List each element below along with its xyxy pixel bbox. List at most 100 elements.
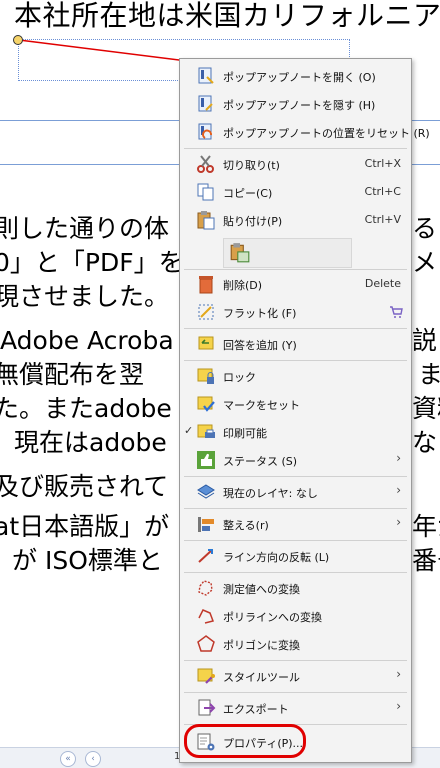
menu-item-label: マークをセット bbox=[223, 399, 300, 412]
body-fragment: 説し bbox=[412, 326, 440, 355]
menu-item-label: スタイルツール bbox=[223, 671, 300, 684]
menu-item-label: ステータス (S) bbox=[223, 455, 298, 468]
menu-item-label: 現在のレイヤ: なし bbox=[223, 487, 318, 500]
menu-item-reset-popup-note[interactable]: ポップアップノートの位置をリセット (R) bbox=[180, 119, 430, 145]
copy-icon bbox=[197, 183, 214, 201]
body-fragment: なソ bbox=[412, 428, 440, 457]
submenu-arrow-icon: › bbox=[396, 667, 401, 681]
style-tool-icon bbox=[197, 668, 215, 684]
body-line: at日本語版」が bbox=[0, 512, 170, 541]
menu-item-style-tool[interactable]: スタイルツール › bbox=[180, 663, 411, 689]
export-icon bbox=[198, 699, 216, 716]
menu-item-label: ポリゴンに変換 bbox=[223, 639, 300, 652]
menu-item-label: 回答を追加 (Y) bbox=[223, 339, 297, 352]
menu-separator bbox=[184, 660, 407, 661]
body-line: 則した通りの体 bbox=[0, 214, 170, 243]
menu-item-label: ポップアップノートの位置をリセット (R) bbox=[223, 127, 430, 140]
menu-item-convert-measure[interactable]: 測定値への変換 bbox=[180, 575, 411, 601]
body-line: 現在はadobe bbox=[14, 428, 167, 457]
menu-separator bbox=[184, 508, 407, 509]
note-open-icon bbox=[198, 67, 214, 84]
menu-item-current-layer[interactable]: 現在のレイヤ: なし › bbox=[180, 479, 411, 505]
menu-item-cut[interactable]: 切り取り(t) Ctrl+X bbox=[180, 151, 411, 177]
print-note-icon bbox=[197, 424, 215, 438]
scissors-icon bbox=[197, 155, 214, 173]
body-fragment: メン bbox=[412, 248, 440, 277]
menu-item-hide-popup-note[interactable]: ポップアップノートを隠す (H) bbox=[180, 91, 411, 117]
menu-item-lock[interactable]: ロック bbox=[180, 363, 411, 389]
menu-item-reverse-line[interactable]: ライン方向の反転 (L) bbox=[180, 543, 411, 569]
body-fragment: るし bbox=[412, 214, 440, 243]
menu-separator bbox=[184, 540, 407, 541]
menu-item-delete[interactable]: 削除(D) Delete bbox=[180, 271, 411, 297]
body-line: た。またadobe bbox=[0, 394, 172, 423]
menu-item-convert-polyline[interactable]: ポリラインへの変換 bbox=[180, 603, 411, 629]
menu-separator bbox=[184, 269, 407, 270]
paste-image-icon bbox=[230, 243, 250, 263]
menu-separator bbox=[184, 328, 407, 329]
flatten-icon bbox=[198, 304, 214, 320]
cart-icon bbox=[390, 306, 403, 318]
body-line: 現させました。 bbox=[0, 282, 170, 311]
menu-item-label: 整える(r) bbox=[223, 519, 269, 532]
shortcut-label: Ctrl+V bbox=[364, 213, 401, 226]
menu-separator bbox=[184, 476, 407, 477]
menu-item-label: 印刷可能 bbox=[223, 427, 267, 440]
trash-icon bbox=[199, 276, 213, 294]
prev-page-icon[interactable]: ‹ bbox=[85, 751, 101, 767]
menu-item-label: ポリラインへの変換 bbox=[223, 611, 322, 624]
checkmark-icon: ✓ bbox=[184, 424, 194, 437]
menu-separator bbox=[184, 148, 407, 149]
menu-item-printable[interactable]: ✓ 印刷可能 bbox=[180, 419, 411, 445]
shortcut-label: Ctrl+X bbox=[364, 157, 401, 170]
layer-icon bbox=[197, 484, 215, 499]
menu-item-flatten[interactable]: フラット化 (F) bbox=[180, 299, 411, 325]
menu-item-add-reply[interactable]: 回答を追加 (Y) bbox=[180, 331, 411, 357]
menu-separator bbox=[184, 692, 407, 693]
menu-item-arrange[interactable]: 整える(r) › bbox=[180, 511, 411, 537]
body-line: 0」と「PDF」を発 bbox=[0, 248, 209, 277]
body-fragment: ま bbox=[418, 360, 440, 389]
properties-highlight-annotation bbox=[184, 724, 306, 758]
menu-separator bbox=[184, 572, 407, 573]
menu-item-paste[interactable]: 貼り付け(P) Ctrl+V bbox=[180, 207, 411, 233]
submenu-arrow-icon: › bbox=[396, 515, 401, 529]
menu-item-label: エクスポート bbox=[223, 703, 289, 716]
paste-special-button[interactable] bbox=[223, 238, 352, 268]
menu-item-copy[interactable]: コピー(C) Ctrl+C bbox=[180, 179, 411, 205]
body-line: Adobe Acroba bbox=[0, 326, 174, 355]
menu-item-label: 削除(D) bbox=[223, 279, 263, 292]
measure-icon bbox=[198, 580, 213, 596]
menu-item-convert-polygon[interactable]: ポリゴンに変換 bbox=[180, 631, 411, 657]
paste-icon bbox=[197, 211, 215, 230]
body-line: が ISO標準と bbox=[12, 546, 163, 575]
menu-item-label: 測定値への変換 bbox=[223, 583, 300, 596]
reverse-line-icon bbox=[198, 549, 213, 563]
submenu-arrow-icon: › bbox=[396, 699, 401, 713]
menu-separator bbox=[184, 360, 407, 361]
menu-item-open-popup-note[interactable]: ポップアップノートを開く (O) bbox=[180, 63, 411, 89]
note-anchor-handle[interactable] bbox=[13, 35, 23, 45]
first-page-icon[interactable]: « bbox=[60, 751, 76, 767]
polyline-icon bbox=[198, 609, 214, 624]
menu-item-label: 貼り付け(P) bbox=[223, 215, 283, 228]
menu-item-label: ポップアップノートを開く (O) bbox=[223, 71, 376, 84]
note-hide-icon bbox=[198, 95, 213, 112]
body-line: 及び販売されて bbox=[0, 472, 169, 501]
submenu-arrow-icon: › bbox=[396, 451, 401, 465]
body-fragment: 番号 bbox=[412, 546, 440, 575]
arrange-icon bbox=[198, 517, 214, 532]
status-thumb-icon bbox=[197, 451, 215, 469]
context-menu: ポップアップノートを開く (O) ポップアップノートを隠す (H) ポップアップ… bbox=[179, 58, 430, 763]
shortcut-label: Delete bbox=[364, 277, 401, 290]
body-fragment: 年か bbox=[412, 512, 440, 541]
reply-icon bbox=[198, 336, 214, 350]
menu-item-status[interactable]: ステータス (S) › bbox=[180, 447, 411, 473]
menu-item-set-mark[interactable]: マークをセット bbox=[180, 391, 411, 417]
body-line: 無償配布を翌 bbox=[0, 360, 145, 389]
mark-note-icon bbox=[197, 396, 215, 412]
note-reset-icon bbox=[198, 123, 212, 140]
lock-note-icon bbox=[197, 368, 214, 384]
menu-item-export[interactable]: エクスポート › bbox=[180, 695, 411, 721]
menu-item-label: ロック bbox=[223, 371, 256, 384]
